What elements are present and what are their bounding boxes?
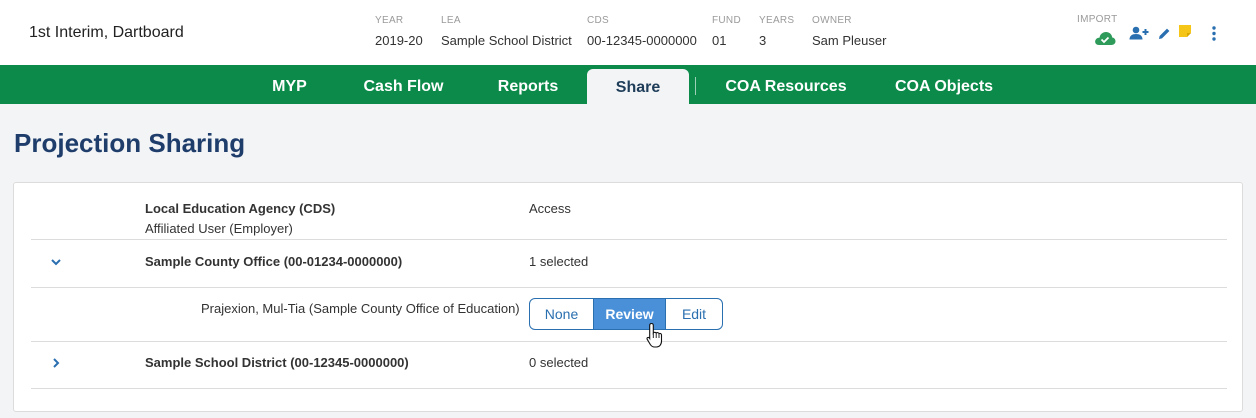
row-divider xyxy=(31,239,1227,240)
meta-cds-value: 00-12345-0000000 xyxy=(587,33,697,48)
meta-owner-value: Sam Pleuser xyxy=(812,33,887,48)
group-name-county-office[interactable]: Sample County Office (00-01234-0000000) xyxy=(145,254,402,269)
nav-divider xyxy=(695,77,696,95)
meta-fund: FUND 01 xyxy=(712,15,741,48)
meta-lea: LEA Sample School District xyxy=(441,15,572,48)
group-status-school-district: 0 selected xyxy=(529,355,589,370)
pencil-icon[interactable] xyxy=(1158,27,1171,40)
tab-share[interactable]: Share xyxy=(587,69,689,104)
meta-cds: CDS 00-12345-0000000 xyxy=(587,15,697,48)
tab-reports[interactable]: Reports xyxy=(487,65,569,104)
meta-years-value: 3 xyxy=(759,33,767,48)
meta-cds-label: CDS xyxy=(587,15,610,26)
meta-years: YEARS 3 xyxy=(759,15,794,48)
group-name-school-district[interactable]: Sample School District (00-12345-0000000… xyxy=(145,355,409,370)
tab-myp[interactable]: MYP xyxy=(258,65,321,104)
meta-year: YEAR 2019-20 xyxy=(375,15,423,48)
meta-year-label: YEAR xyxy=(375,15,404,26)
import-label: IMPORT xyxy=(1077,14,1118,25)
column-header-lea: Local Education Agency (CDS) xyxy=(145,201,336,216)
cloud-check-icon[interactable] xyxy=(1094,30,1116,46)
access-segmented-control: None Review Edit xyxy=(529,298,723,330)
more-vertical-icon[interactable] xyxy=(1211,26,1217,41)
access-none-button[interactable]: None xyxy=(530,299,593,329)
meta-owner: OWNER Sam Pleuser xyxy=(812,15,886,48)
row-divider xyxy=(31,388,1227,389)
chevron-right-icon[interactable] xyxy=(49,356,63,370)
row-divider xyxy=(31,287,1227,288)
app-header: 1st Interim, Dartboard YEAR 2019-20 LEA … xyxy=(0,0,1256,65)
main-nav: MYP Cash Flow Reports Share COA Resource… xyxy=(0,65,1256,104)
meta-years-label: YEARS xyxy=(759,15,795,26)
user-name: Prajexion, Mul-Tia (Sample County Office… xyxy=(201,301,520,316)
column-header-user: Affiliated User (Employer) xyxy=(145,221,293,236)
meta-lea-value: Sample School District xyxy=(441,33,572,48)
meta-fund-label: FUND xyxy=(712,15,741,26)
page-title: Projection Sharing xyxy=(14,128,246,158)
column-header-access: Access xyxy=(529,201,571,216)
meta-lea-label: LEA xyxy=(441,15,461,26)
meta-owner-label: OWNER xyxy=(812,15,852,26)
tab-coa-objects[interactable]: COA Objects xyxy=(886,65,1002,104)
meta-year-value: 2019-20 xyxy=(375,33,423,48)
tab-coa-resources[interactable]: COA Resources xyxy=(718,65,854,104)
group-status-county-office: 1 selected xyxy=(529,254,589,269)
meta-fund-value: 01 xyxy=(712,33,727,48)
row-divider xyxy=(31,341,1227,342)
access-edit-button[interactable]: Edit xyxy=(665,299,722,329)
hand-cursor-icon xyxy=(646,322,663,348)
sticky-note-icon[interactable] xyxy=(1179,25,1191,37)
sharing-card: Local Education Agency (CDS) Affiliated … xyxy=(13,182,1243,412)
tab-cash-flow[interactable]: Cash Flow xyxy=(353,65,454,104)
chevron-down-icon[interactable] xyxy=(49,255,63,269)
add-user-icon[interactable] xyxy=(1129,26,1149,40)
projection-name: 1st Interim, Dartboard xyxy=(29,24,184,41)
